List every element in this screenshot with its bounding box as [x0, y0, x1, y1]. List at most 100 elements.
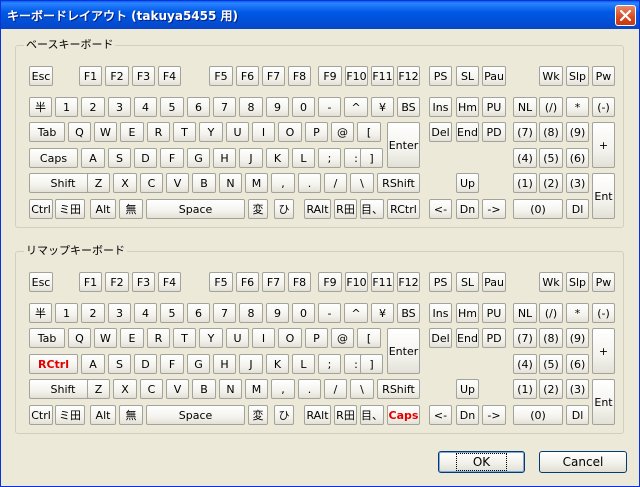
- base-key-3[interactable]: 3: [108, 97, 131, 117]
- remap-key-b[interactable]: B: [192, 379, 216, 399]
- base-key-5[interactable]: 5: [160, 97, 184, 117]
- base-key-r[interactable]: R: [147, 122, 170, 142]
- base-key-k[interactable]: K: [266, 148, 289, 168]
- remap-key-dl[interactable]: Dl: [566, 405, 589, 425]
- remap-key-f8[interactable]: F8: [288, 272, 311, 292]
- base-key-d[interactable]: D: [134, 148, 157, 168]
- base-key-m[interactable]: M: [245, 173, 268, 193]
- base-key-f5[interactable]: F5: [209, 66, 233, 86]
- remap-key-k87[interactable]: .: [298, 379, 321, 399]
- base-key-k61[interactable]: +: [592, 122, 615, 168]
- base-key-ralt[interactable]: RAlt: [304, 199, 331, 219]
- remap-key-ralt[interactable]: RAlt: [304, 405, 331, 425]
- base-key-k99[interactable]: 無: [119, 199, 143, 219]
- base-key-7[interactable]: (7): [513, 122, 537, 142]
- remap-key-slp[interactable]: Slp: [566, 272, 589, 292]
- remap-key-q[interactable]: Q: [68, 328, 91, 348]
- base-key-i[interactable]: I: [252, 122, 275, 142]
- remap-key-9[interactable]: 9: [266, 303, 289, 323]
- remap-key-s[interactable]: S: [108, 354, 131, 374]
- ok-button[interactable]: OK: [438, 451, 525, 473]
- remap-key-u[interactable]: U: [226, 328, 249, 348]
- base-key-f6[interactable]: F6: [236, 66, 259, 86]
- base-key-k32[interactable]: ¥: [371, 97, 394, 117]
- base-key-f2[interactable]: F2: [105, 66, 129, 86]
- remap-key-k[interactable]: K: [266, 354, 289, 374]
- base-key-bs[interactable]: BS: [397, 97, 420, 117]
- remap-key-c[interactable]: C: [140, 379, 163, 399]
- base-key-k89[interactable]: \: [350, 173, 374, 193]
- remap-key-4[interactable]: 4: [134, 303, 157, 323]
- remap-key-l[interactable]: L: [292, 354, 315, 374]
- base-key-b[interactable]: B: [192, 173, 216, 193]
- base-key-e[interactable]: E: [120, 122, 144, 142]
- remap-key-f6[interactable]: F6: [236, 272, 259, 292]
- remap-key-k97[interactable]: ミ田: [55, 405, 85, 425]
- base-key-f12[interactable]: F12: [397, 66, 420, 86]
- remap-key-k38[interactable]: (/): [539, 303, 563, 323]
- base-key-alt[interactable]: Alt: [90, 199, 116, 219]
- remap-key-wk[interactable]: Wk: [539, 272, 563, 292]
- base-key-nl[interactable]: NL: [513, 97, 537, 117]
- remap-key-1[interactable]: 1: [55, 303, 78, 323]
- remap-key-f1[interactable]: F1: [79, 272, 102, 292]
- remap-key-3[interactable]: 3: [108, 303, 131, 323]
- remap-key-i[interactable]: I: [252, 328, 275, 348]
- remap-key-f11[interactable]: F11: [371, 272, 394, 292]
- remap-key-z[interactable]: Z: [87, 379, 110, 399]
- remap-key-3[interactable]: (3): [566, 379, 589, 399]
- remap-key-7[interactable]: 7: [213, 303, 236, 323]
- base-key-up[interactable]: Up: [456, 173, 479, 193]
- remap-key-k109[interactable]: ->: [482, 405, 506, 425]
- base-key-r[interactable]: R田: [334, 199, 357, 219]
- base-key-1[interactable]: (1): [513, 173, 537, 193]
- remap-key-7[interactable]: (7): [513, 328, 537, 348]
- base-key-h[interactable]: H: [213, 148, 236, 168]
- remap-key-del[interactable]: Del: [429, 328, 452, 348]
- remap-key-6[interactable]: (6): [566, 354, 589, 374]
- base-key-p[interactable]: P: [305, 122, 328, 142]
- base-key-1[interactable]: 1: [55, 97, 78, 117]
- base-key-o[interactable]: O: [278, 122, 302, 142]
- base-key-f4[interactable]: F4: [158, 66, 181, 86]
- base-key-l[interactable]: L: [292, 148, 315, 168]
- remap-key-f5[interactable]: F5: [209, 272, 233, 292]
- remap-key-f2[interactable]: F2: [105, 272, 129, 292]
- base-key-k40[interactable]: (-): [592, 97, 615, 117]
- remap-key-k107[interactable]: <-: [429, 405, 452, 425]
- base-key-f9[interactable]: F9: [318, 66, 342, 86]
- base-key-k38[interactable]: (/): [539, 97, 563, 117]
- remap-key-k53[interactable]: [: [357, 328, 381, 348]
- base-key-rctrl[interactable]: RCtrl: [387, 199, 420, 219]
- base-key-k72[interactable]: ;: [318, 148, 341, 168]
- base-key-4[interactable]: 4: [134, 97, 157, 117]
- base-key-ins[interactable]: Ins: [429, 97, 452, 117]
- remap-key-k40[interactable]: (-): [592, 303, 615, 323]
- base-key-w[interactable]: W: [94, 122, 117, 142]
- remap-key-5[interactable]: (5): [539, 354, 563, 374]
- remap-key-o[interactable]: O: [278, 328, 302, 348]
- base-key-esc[interactable]: Esc: [29, 66, 53, 86]
- remap-key-ps[interactable]: PS: [429, 272, 452, 292]
- remap-key-8[interactable]: 8: [239, 303, 263, 323]
- remap-key-m[interactable]: M: [245, 379, 268, 399]
- base-key-k105[interactable]: 目、: [360, 199, 384, 219]
- remap-key-up[interactable]: Up: [456, 379, 479, 399]
- remap-key-k74[interactable]: ]: [360, 354, 383, 374]
- base-key-6[interactable]: (6): [566, 148, 589, 168]
- base-key-f11[interactable]: F11: [371, 66, 394, 86]
- base-key-pu[interactable]: PU: [482, 97, 506, 117]
- remap-key-dn[interactable]: Dn: [456, 405, 479, 425]
- base-key-ctrl[interactable]: Ctrl: [29, 199, 53, 219]
- base-key-7[interactable]: 7: [213, 97, 236, 117]
- base-key-8[interactable]: 8: [239, 97, 263, 117]
- base-key-k39[interactable]: *: [566, 97, 589, 117]
- remap-key-t[interactable]: T: [173, 328, 196, 348]
- remap-key-k52[interactable]: @: [331, 328, 354, 348]
- base-key-0[interactable]: (0): [513, 199, 563, 219]
- remap-key-pu[interactable]: PU: [482, 303, 506, 323]
- base-key-y[interactable]: Y: [199, 122, 223, 142]
- remap-key-sl[interactable]: SL: [456, 272, 479, 292]
- remap-key-1[interactable]: (1): [513, 379, 537, 399]
- remap-key-enter[interactable]: Enter: [387, 328, 420, 374]
